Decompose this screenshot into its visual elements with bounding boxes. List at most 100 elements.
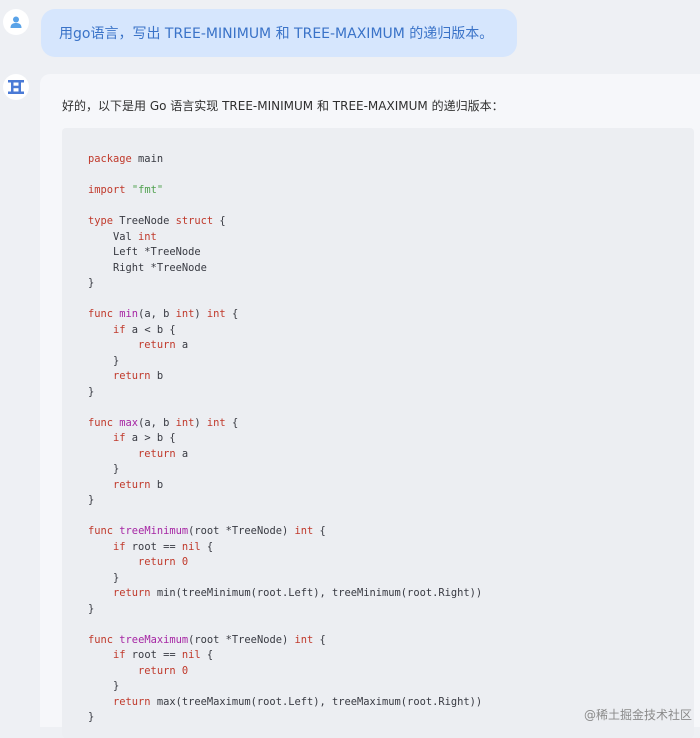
code-line: func min(a, b int) int { (88, 307, 482, 323)
code-token: max (119, 416, 139, 429)
bot-message-panel: 好的，以下是用 Go 语言实现 TREE-MINIMUM 和 TREE-MAXI… (40, 74, 700, 738)
code-token: int (294, 525, 314, 537)
code-token: return (138, 556, 176, 568)
code-line: Right *TreeNode (88, 261, 482, 277)
code-line: } (88, 276, 482, 292)
code-token: (root *TreeNode) (188, 633, 295, 646)
code-token: } (88, 385, 95, 398)
code-token: { (313, 525, 326, 537)
code-token: b (150, 370, 164, 382)
code-token: } (88, 354, 120, 367)
code-token: Val (88, 230, 139, 243)
code-token: int (206, 416, 226, 429)
code-line: Val int (88, 230, 482, 246)
code-line: } (88, 385, 482, 401)
code-token: main (131, 153, 164, 165)
code-token: min(treeMinimum(root.Left), treeMinimum(… (150, 587, 483, 599)
code-token: "fmt" (131, 184, 164, 196)
code-token: } (88, 277, 95, 289)
user-icon (10, 16, 22, 28)
code-token: Left *TreeNode (88, 246, 201, 258)
code-token: int (175, 416, 195, 429)
code-token: { (225, 416, 239, 429)
code-token: import (88, 184, 126, 196)
code-token: TreeNode (113, 215, 176, 227)
user-avatar (3, 9, 29, 35)
code-token: int (138, 230, 157, 243)
code-line: } (88, 571, 482, 587)
code-line: return max(treeMaximum(root.Left), treeM… (88, 695, 482, 711)
code-token: return (138, 664, 176, 677)
code-token: if (113, 649, 126, 661)
code-token: ) (194, 416, 207, 429)
code-line: } (88, 710, 482, 726)
code-line: func treeMinimum(root *TreeNode) int { (88, 524, 482, 540)
code-token: package (88, 153, 132, 165)
bot-intro-text: 好的，以下是用 Go 语言实现 TREE-MINIMUM 和 TREE-MAXI… (62, 99, 504, 113)
code-token: if (113, 540, 126, 553)
code-token: if (113, 323, 126, 336)
code-token: func (88, 416, 114, 429)
code-token: int (206, 308, 226, 320)
code-token: return (138, 339, 176, 351)
code-token: 0 (181, 556, 189, 568)
code-token: func (88, 633, 114, 646)
code-token: Right *TreeNode (88, 261, 207, 274)
code-line: return b (88, 478, 482, 494)
code-line: return min(treeMinimum(root.Left), treeM… (88, 586, 482, 602)
code-line: package main (88, 152, 482, 168)
code-token: return (113, 587, 151, 599)
footer-watermark: @稀土掘金技术社区 (583, 708, 692, 722)
code-line: return b (88, 369, 482, 385)
code-line: if a > b { (88, 431, 482, 447)
code-token: a (175, 339, 189, 351)
code-token: (a, b (138, 416, 176, 429)
code-token: nil (181, 649, 201, 661)
user-message-bubble: 用go语言，写出 TREE-MINIMUM 和 TREE-MAXIMUM 的递归… (41, 9, 517, 57)
code-token: { (213, 215, 226, 227)
code-line: if root == nil { (88, 540, 482, 556)
code-token: return (113, 478, 151, 491)
code-token: type (88, 215, 114, 227)
code-line: return a (88, 447, 482, 463)
code-line: if a < b { (88, 323, 482, 339)
code-line: type TreeNode struct { (88, 214, 482, 230)
code-token: (a, b (138, 308, 176, 320)
code-line: if root == nil { (88, 648, 482, 664)
code-line: } (88, 679, 482, 695)
code-token: max(treeMaximum(root.Left), treeMaximum(… (150, 695, 483, 708)
code-token: int (175, 308, 195, 320)
code-line: Left *TreeNode (88, 245, 482, 261)
code-token: a (175, 447, 189, 460)
code-token: b (150, 478, 164, 491)
code-line: } (88, 462, 482, 478)
code-line: import "fmt" (88, 183, 482, 199)
code-token: { (200, 540, 214, 553)
code-token: if (113, 432, 126, 444)
code-token: func (88, 308, 114, 320)
code-token: } (88, 571, 120, 584)
code-block[interactable]: package main import "fmt" type TreeNode … (62, 128, 694, 738)
code-content: package main import "fmt" type TreeNode … (88, 152, 482, 726)
code-token: func (88, 525, 114, 537)
code-line: return a (88, 338, 482, 354)
code-token: { (200, 649, 214, 661)
